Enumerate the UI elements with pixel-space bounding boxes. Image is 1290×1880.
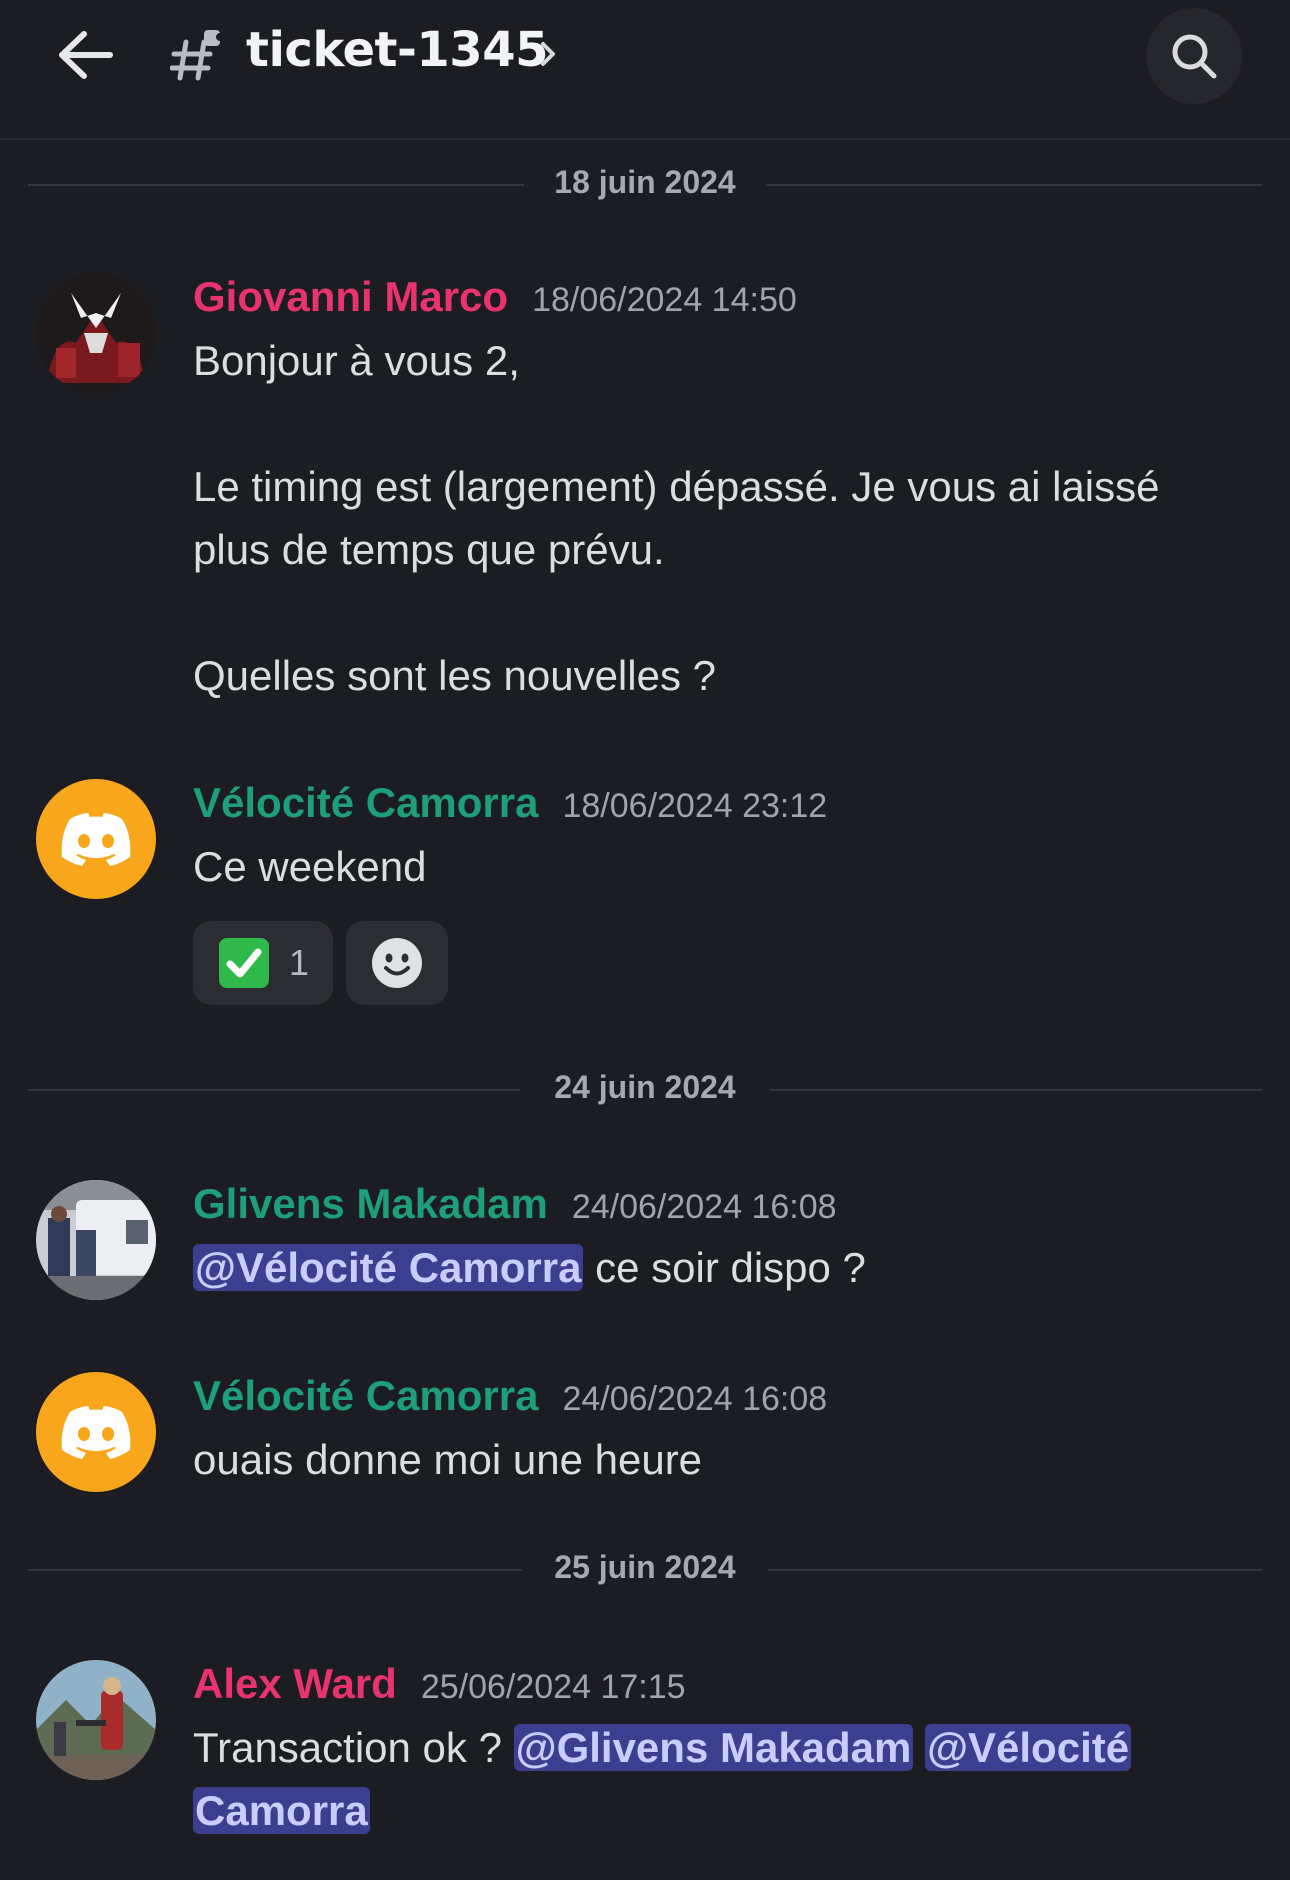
- add-reaction-button[interactable]: [346, 921, 448, 1005]
- message-timestamp: 24/06/2024 16:08: [562, 1380, 828, 1418]
- message: Vélocité Camorra 18/06/2024 23:12 Ce week…: [36, 779, 1266, 1009]
- message-line: plus de temps que prévu.: [193, 526, 665, 573]
- date-divider: 25 juin 2024: [28, 1549, 1262, 1589]
- message-content: Bonjour à vous 2, Le timing est (largeme…: [193, 329, 1263, 707]
- message-content: @Vélocité Camorra ce soir dispo ?: [193, 1236, 1263, 1299]
- message: Glivens Makadam 24/06/2024 16:08 @Vélocit…: [36, 1180, 1266, 1310]
- message-text: Transaction ok ?: [193, 1724, 514, 1771]
- message-content: ouais donne moi une heure: [193, 1436, 703, 1483]
- discord-logo-icon: [61, 1406, 131, 1459]
- user-mention[interactable]: @Vélocité: [925, 1724, 1132, 1771]
- reaction-chip[interactable]: 1: [193, 921, 333, 1005]
- message-text: ce soir dispo ?: [583, 1244, 866, 1291]
- reaction-count: 1: [288, 942, 310, 983]
- message: Giovanni Marco 18/06/2024 14:50 Bonjour à…: [36, 273, 1266, 713]
- message-author[interactable]: Alex Ward: [193, 1660, 397, 1707]
- message-timestamp: 24/06/2024 16:08: [571, 1188, 837, 1226]
- message-line: Quelles sont les nouvelles ?: [193, 652, 716, 699]
- message-content: Transaction ok ? @Glivens Makadam @Véloc…: [193, 1716, 1263, 1842]
- date-divider-label: 25 juin 2024: [554, 1549, 736, 1585]
- add-reaction-icon: [372, 938, 422, 988]
- channel-header: ticket-1345: [0, 0, 1290, 140]
- message-line: Bonjour à vous 2,: [193, 337, 520, 384]
- discord-logo-icon: [61, 813, 131, 866]
- message-author[interactable]: Vélocité Camorra: [193, 1372, 538, 1419]
- message-author[interactable]: Vélocité Camorra: [193, 779, 538, 826]
- user-mention[interactable]: Camorra: [193, 1787, 370, 1834]
- back-arrow-icon: [59, 31, 113, 79]
- user-mention[interactable]: @Vélocité Camorra: [193, 1244, 584, 1291]
- date-divider-label: 18 juin 2024: [554, 164, 736, 200]
- user-mention[interactable]: @Glivens Makadam: [513, 1724, 914, 1771]
- message-content: Ce weekend: [193, 843, 427, 890]
- avatar[interactable]: [36, 779, 156, 899]
- message-line: Le timing est (largement) dépassé. Je vo…: [193, 463, 1160, 510]
- message-author[interactable]: Giovanni Marco: [193, 273, 508, 320]
- avatar[interactable]: [36, 1180, 156, 1300]
- message-timestamp: 25/06/2024 17:15: [420, 1668, 686, 1706]
- avatar[interactable]: [36, 273, 156, 393]
- check-mark-emoji-icon: [218, 938, 269, 988]
- channel-title[interactable]: ticket-1345: [246, 22, 549, 78]
- avatar-image: [36, 1180, 156, 1300]
- avatar-image: [36, 1660, 156, 1780]
- message: Alex Ward 25/06/2024 17:15 Transaction ok…: [36, 1660, 1266, 1860]
- avatar-image: [36, 273, 156, 393]
- avatar[interactable]: [36, 1372, 156, 1492]
- message: Vélocité Camorra 24/06/2024 16:08 ouais d…: [36, 1372, 1266, 1502]
- avatar[interactable]: [36, 1660, 156, 1780]
- message-timestamp: 18/06/2024 14:50: [532, 281, 797, 319]
- date-divider: 24 juin 2024: [28, 1069, 1262, 1109]
- chevron-right-icon[interactable]: [538, 36, 560, 72]
- search-icon: [1172, 34, 1217, 79]
- message-timestamp: 18/06/2024 23:12: [562, 787, 828, 825]
- message-author[interactable]: Glivens Makadam: [193, 1180, 548, 1227]
- date-divider-label: 24 juin 2024: [554, 1069, 736, 1105]
- back-button[interactable]: [50, 26, 118, 84]
- date-divider: 18 juin 2024: [28, 164, 1262, 204]
- search-button[interactable]: [1146, 8, 1242, 104]
- channel-thread-icon: [170, 30, 224, 81]
